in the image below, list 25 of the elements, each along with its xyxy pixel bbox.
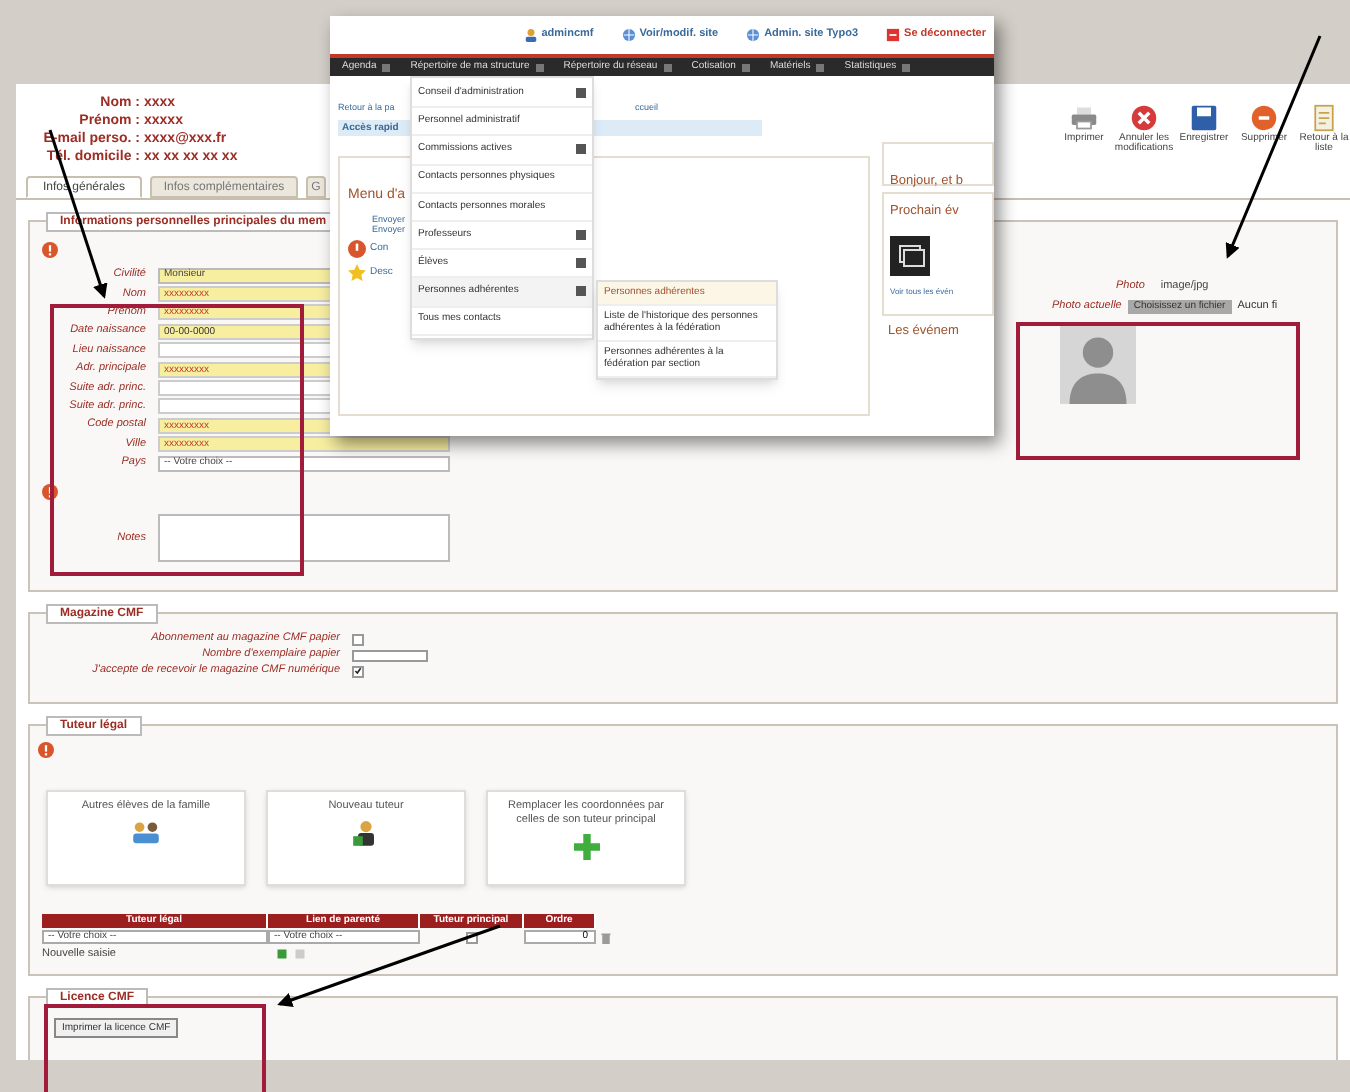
- info-icon: [42, 242, 58, 258]
- add-icon[interactable]: [276, 948, 288, 961]
- info-icon: [42, 484, 58, 501]
- input-field[interactable]: [352, 649, 428, 661]
- user-icon: [523, 28, 538, 42]
- image-icon: [890, 233, 930, 278]
- avatar-silhouette: [1060, 321, 1136, 405]
- cancel-icon: [1130, 104, 1158, 132]
- checkbox[interactable]: [352, 633, 364, 645]
- help-icon: [348, 240, 366, 259]
- copy-icon[interactable]: [294, 948, 306, 961]
- people-icon: [130, 820, 162, 844]
- star-icon: [348, 264, 366, 283]
- globe-icon: [621, 28, 636, 42]
- plus-icon: [573, 834, 599, 860]
- delete-icon: [1250, 104, 1278, 132]
- checkbox[interactable]: [352, 665, 364, 677]
- printer-icon: [1070, 104, 1098, 132]
- info-icon: [38, 742, 54, 758]
- logout-icon: [886, 28, 901, 42]
- notes-field[interactable]: [158, 514, 450, 563]
- checkmark-icon: [354, 666, 362, 676]
- globe-icon: [746, 28, 761, 42]
- trash-icon[interactable]: [600, 931, 612, 943]
- document-icon: [1310, 104, 1338, 132]
